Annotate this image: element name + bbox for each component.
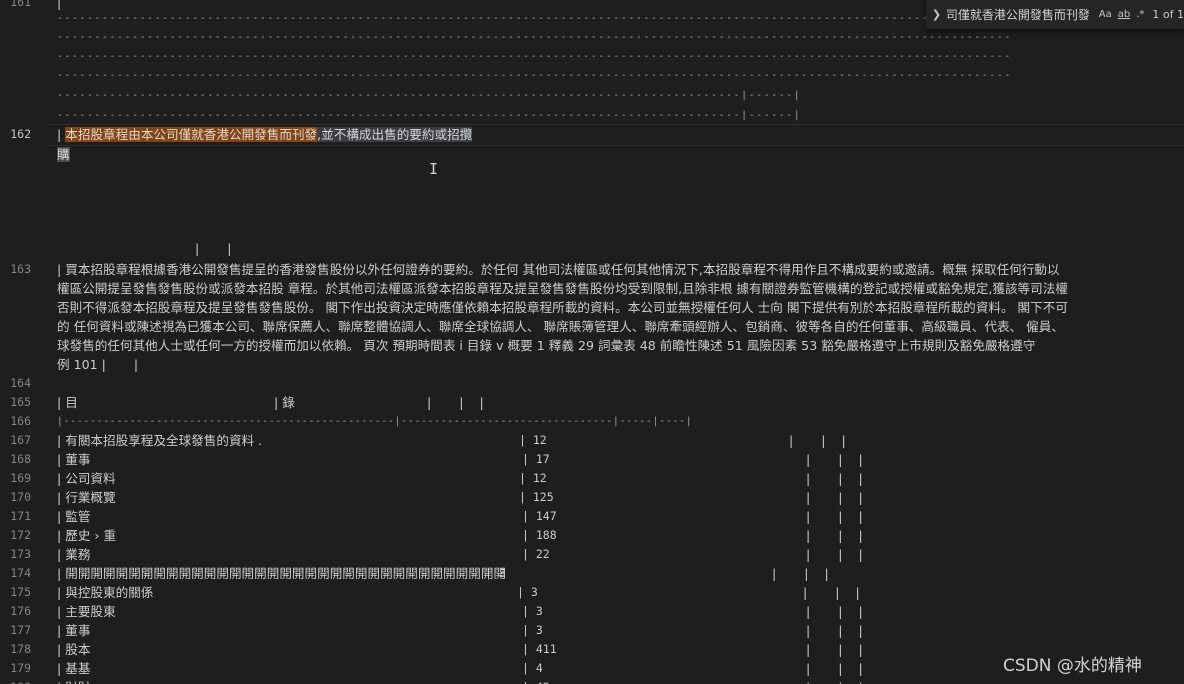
regex-icon[interactable]: .* [1136, 9, 1144, 20]
paragraph-row: | 買本招股章程根據香港公開發售提呈的香港發售股份以外任何證券的要約。於任何 其… [57, 262, 1060, 277]
table-separator: ----------------------------------------… [57, 70, 1012, 81]
table-pipe: | | | [806, 678, 863, 684]
table-row[interactable]: | 有關本招股享程及全球發售的資料 . | 12 | | | [0, 431, 1184, 450]
find-result-count: 1 of 1 [1152, 8, 1184, 21]
toc-label: | 公司資料 [57, 471, 116, 486]
toc-page: | 22 [522, 547, 550, 561]
paragraph-row: 權區公開提呈發售發售股份或派發本招股 章程。於其他司法權區派發本招股章程及提呈發… [57, 281, 1068, 296]
line-number: 164 [10, 376, 31, 390]
find-input[interactable]: 司僅就香港公開發售而刊發 [946, 6, 1093, 23]
table-pipe: | | [195, 241, 232, 256]
table-pipe: | | | [806, 604, 863, 619]
table-separator: ----------------------------------------… [57, 32, 1012, 43]
toc-label: | 財財 [57, 678, 90, 684]
toc-label: | 歷史 › 重 [57, 528, 117, 543]
table-header[interactable]: | 目 | 錄 | | | [57, 393, 484, 412]
table-pipe: | [57, 127, 66, 142]
toc-label: | 董事 [57, 452, 91, 467]
toc-page: | 4 [522, 661, 543, 675]
table-separator[interactable]: |---------------------------------------… [57, 412, 692, 431]
toc-page: | 3 [522, 604, 543, 618]
toc-page: | 3 [485, 566, 506, 580]
toc-page: | 12 [519, 471, 547, 485]
line-number: 163 [10, 262, 31, 276]
table-pipe: | | | [806, 490, 863, 505]
paragraph-row: 否則不得派發本招股章程及提呈發售發售股份。 閣下作出投資決定時應僅依賴本招股章程… [57, 300, 1068, 315]
table-separator: ----------------------------------------… [57, 51, 1012, 62]
chevron-right-icon[interactable]: ❯ [929, 8, 944, 21]
match-case-icon[interactable]: Aa [1099, 9, 1112, 20]
whole-word-icon[interactable]: ab [1118, 9, 1130, 20]
table-pipe: | | | [806, 528, 863, 543]
toc-label: | 基基 [57, 661, 91, 676]
selected-text: ,並不構成出售的要約或招攬 [317, 127, 473, 142]
table-pipe: | | | [806, 471, 863, 486]
toc-page: | 411 [522, 642, 557, 656]
table-row[interactable]: | 主要股東 | 3 | | | [0, 602, 1184, 621]
toc-label: | 主要股東 [57, 604, 116, 619]
table-separator: ----------------------------------------… [57, 90, 802, 101]
table-pipe: | | | [789, 433, 846, 448]
toc-page: | 147 [522, 509, 557, 523]
toc-label: | 董事 [57, 623, 91, 638]
table-row[interactable]: | 與控股東的關係 | 3 | | | [0, 583, 1184, 602]
table-row[interactable]: | 歷史 › 重 | 188 | | | [0, 526, 1184, 545]
find-match-highlight: 本招股章程由本公司僅就香港公開發售而刊發 [65, 127, 318, 142]
table-pipe: | | | [806, 547, 863, 562]
table-separator: ----------------------------------------… [57, 13, 1012, 24]
toc-page: | 42 [522, 678, 550, 684]
toc-label: | 股本 [57, 642, 91, 657]
paragraph-row: 球發售的任何其他人士或任何一方的授權而加以依賴。 頁次 預期時間表 i 目錄 v… [57, 338, 1036, 353]
table-row[interactable]: | 開開開開開開開開開開開開開開開開開開開開開開開開開開開開開開開開開開開 | 3… [0, 564, 1184, 583]
toc-page: | 125 [519, 490, 554, 504]
table-pipe: | | | [806, 642, 863, 657]
table-pipe: | | | [806, 623, 863, 638]
watermark: CSDN @水的精神 [1003, 656, 1142, 676]
toc-label: | 與控股東的關係 [57, 585, 154, 600]
line-number: 161 [10, 0, 31, 9]
line-number: 162 [10, 127, 31, 141]
wrapped-char: 購 [57, 147, 70, 162]
table-separator: ----------------------------------------… [57, 110, 802, 121]
table-row[interactable]: | 董事 | 3 | | | [0, 621, 1184, 640]
toc-page: | 12 [519, 433, 547, 447]
toc-page: | 3 [517, 585, 538, 599]
paragraph-row: 例 101 | | [57, 357, 139, 372]
line-number: 165 [10, 395, 31, 409]
toc-page: | 3 [522, 623, 543, 637]
table-row[interactable]: | 董事 | 17 | | | [0, 450, 1184, 469]
table-pipe: | | | [806, 509, 863, 524]
toc-label: | 開開開開開開開開開開開開開開開開開開開開開開開開開開開開開開開開開開開 [57, 566, 507, 581]
text-cursor-icon: I [429, 160, 439, 178]
line-number: 166 [10, 414, 31, 428]
code-line-162[interactable]: | 本招股章程由本公司僅就香港公開發售而刊發,並不構成出售的要約或招攬 [57, 125, 473, 144]
table-row[interactable]: | 監管 | 147 | | | [0, 507, 1184, 526]
toc-label: | 有關本招股享程及全球發售的資料 . [57, 433, 263, 448]
toc-label: | 行業概覽 [57, 490, 116, 505]
find-widget: ❯ 司僅就香港公開發售而刊發 Aa ab .* 1 of 1 [926, 0, 1184, 29]
paragraph-row: 的 任何資料或陳述視為已獲本公司、聯席保薦人、聯席整體協調人、聯席全球協調人、 … [57, 319, 1064, 334]
toc-page: | 17 [522, 452, 550, 466]
table-row[interactable]: | 公司資料 | 12 | | | [0, 469, 1184, 488]
toc-label: | 監管 [57, 509, 91, 524]
toc-page: | 188 [522, 528, 557, 542]
table-row[interactable]: | 財財 | 42 | | | [0, 678, 1184, 684]
toc-label: | 業務 [57, 547, 91, 562]
wrapped-line: 購 [57, 145, 70, 164]
editor[interactable]: 161 | ----------------------------------… [0, 0, 1184, 684]
table-pipe: | | | [806, 661, 863, 676]
table-row[interactable]: | 業務 | 22 | | | [0, 545, 1184, 564]
table-pipe: | | | [806, 452, 863, 467]
table-pipe: | | | [772, 566, 829, 581]
table-row[interactable]: | 行業概覽 | 125 | | | [0, 488, 1184, 507]
code-line-163[interactable]: | 買本招股章程根據香港公開發售提呈的香港發售股份以外任何證券的要約。於任何 其… [57, 260, 1184, 374]
table-pipe: | | | [803, 585, 860, 600]
